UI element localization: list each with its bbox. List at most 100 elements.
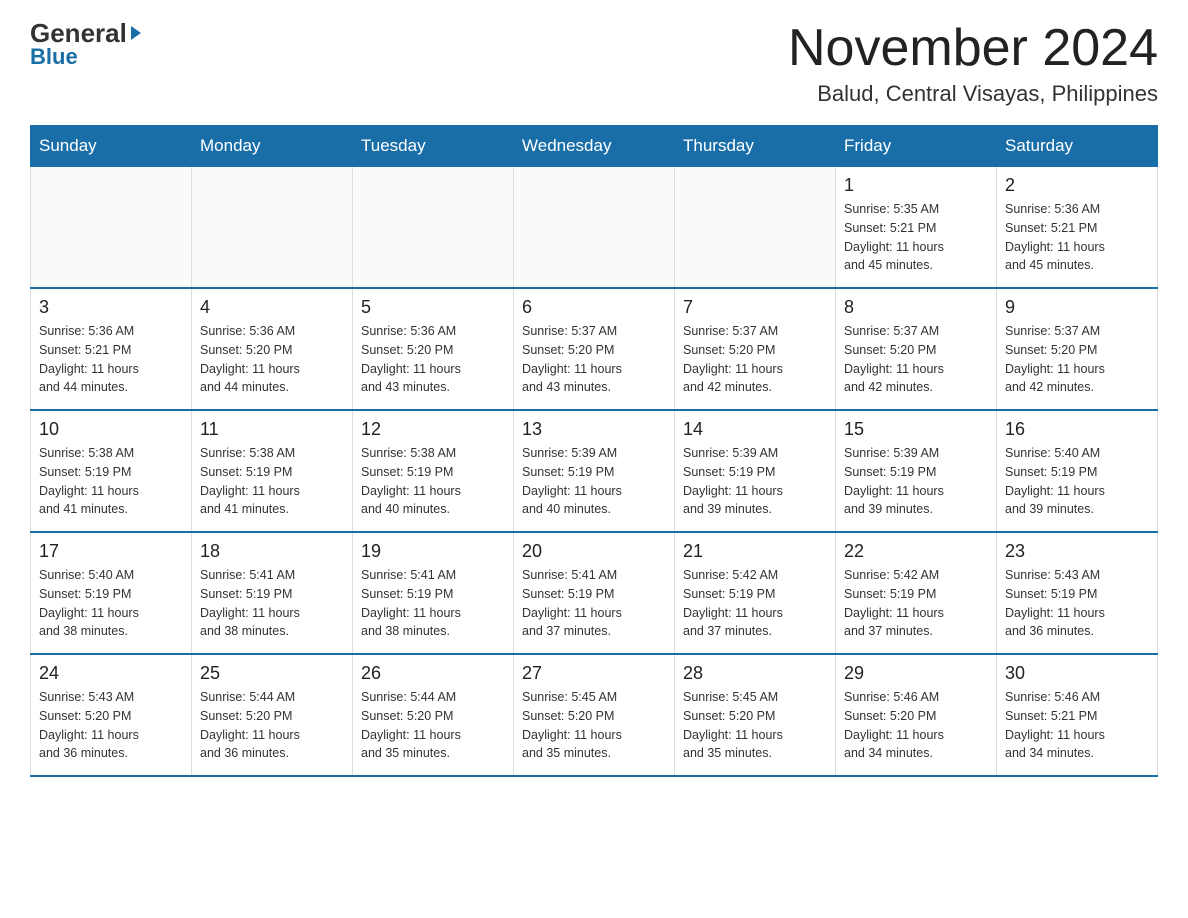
day-number: 12: [361, 419, 505, 440]
calendar-cell: [514, 167, 675, 289]
day-number: 22: [844, 541, 988, 562]
day-number: 11: [200, 419, 344, 440]
calendar-cell: 21 Sunrise: 5:42 AMSunset: 5:19 PMDayligh…: [675, 532, 836, 654]
calendar-week-row: 24 Sunrise: 5:43 AMSunset: 5:20 PMDayligh…: [31, 654, 1158, 776]
calendar-cell: 8Sunrise: 5:37 AMSunset: 5:20 PMDaylight…: [836, 288, 997, 410]
calendar-cell: [675, 167, 836, 289]
day-info: Sunrise: 5:38 AMSunset: 5:19 PMDaylight:…: [361, 444, 505, 519]
calendar-cell: 27Sunrise: 5:45 AMSunset: 5:20 PMDayligh…: [514, 654, 675, 776]
day-number: 18: [200, 541, 344, 562]
day-info: Sunrise: 5:43 AMSunset: 5:20 PMDaylight:…: [39, 688, 183, 763]
page-subtitle: Balud, Central Visayas, Philippines: [788, 81, 1158, 107]
calendar-week-row: 3 Sunrise: 5:36 AMSunset: 5:21 PMDaylight…: [31, 288, 1158, 410]
day-number: 8: [844, 297, 988, 318]
calendar-week-row: 10Sunrise: 5:38 AMSunset: 5:19 PMDayligh…: [31, 410, 1158, 532]
day-number: 24: [39, 663, 183, 684]
calendar-cell: [353, 167, 514, 289]
day-number: 23: [1005, 541, 1149, 562]
calendar-cell: 17 Sunrise: 5:40 AMSunset: 5:19 PMDayligh…: [31, 532, 192, 654]
calendar-weekday-monday: Monday: [192, 126, 353, 167]
day-info: Sunrise: 5:38 AMSunset: 5:19 PMDaylight:…: [39, 444, 183, 519]
calendar-cell: 22 Sunrise: 5:42 AMSunset: 5:19 PMDayligh…: [836, 532, 997, 654]
day-number: 1: [844, 175, 988, 196]
day-number: 17: [39, 541, 183, 562]
calendar-cell: 26 Sunrise: 5:44 AMSunset: 5:20 PMDayligh…: [353, 654, 514, 776]
day-number: 9: [1005, 297, 1149, 318]
day-number: 3: [39, 297, 183, 318]
calendar-weekday-friday: Friday: [836, 126, 997, 167]
title-block: November 2024 Balud, Central Visayas, Ph…: [788, 20, 1158, 107]
day-info: Sunrise: 5:36 AMSunset: 5:21 PMDaylight:…: [39, 322, 183, 397]
calendar-cell: 5 Sunrise: 5:36 AMSunset: 5:20 PMDaylight…: [353, 288, 514, 410]
calendar-weekday-saturday: Saturday: [997, 126, 1158, 167]
calendar-cell: 25Sunrise: 5:44 AMSunset: 5:20 PMDayligh…: [192, 654, 353, 776]
day-info: Sunrise: 5:44 AMSunset: 5:20 PMDaylight:…: [200, 688, 344, 763]
calendar-cell: 20Sunrise: 5:41 AMSunset: 5:19 PMDayligh…: [514, 532, 675, 654]
day-info: Sunrise: 5:46 AMSunset: 5:21 PMDaylight:…: [1005, 688, 1149, 763]
calendar-table: SundayMondayTuesdayWednesdayThursdayFrid…: [30, 125, 1158, 777]
calendar-weekday-sunday: Sunday: [31, 126, 192, 167]
day-info: Sunrise: 5:40 AMSunset: 5:19 PMDaylight:…: [1005, 444, 1149, 519]
calendar-weekday-tuesday: Tuesday: [353, 126, 514, 167]
calendar-cell: 24 Sunrise: 5:43 AMSunset: 5:20 PMDayligh…: [31, 654, 192, 776]
calendar-cell: 6 Sunrise: 5:37 AMSunset: 5:20 PMDaylight…: [514, 288, 675, 410]
calendar-cell: 23Sunrise: 5:43 AMSunset: 5:19 PMDayligh…: [997, 532, 1158, 654]
day-number: 16: [1005, 419, 1149, 440]
calendar-weekday-thursday: Thursday: [675, 126, 836, 167]
calendar-cell: 10Sunrise: 5:38 AMSunset: 5:19 PMDayligh…: [31, 410, 192, 532]
logo: General Blue: [30, 20, 141, 68]
day-info: Sunrise: 5:36 AMSunset: 5:20 PMDaylight:…: [361, 322, 505, 397]
calendar-weekday-wednesday: Wednesday: [514, 126, 675, 167]
calendar-header-row: SundayMondayTuesdayWednesdayThursdayFrid…: [31, 126, 1158, 167]
calendar-cell: 30Sunrise: 5:46 AMSunset: 5:21 PMDayligh…: [997, 654, 1158, 776]
calendar-cell: 7 Sunrise: 5:37 AMSunset: 5:20 PMDaylight…: [675, 288, 836, 410]
day-info: Sunrise: 5:37 AMSunset: 5:20 PMDaylight:…: [522, 322, 666, 397]
day-info: Sunrise: 5:40 AMSunset: 5:19 PMDaylight:…: [39, 566, 183, 641]
calendar-cell: 13 Sunrise: 5:39 AMSunset: 5:19 PMDayligh…: [514, 410, 675, 532]
day-number: 29: [844, 663, 988, 684]
calendar-cell: 12 Sunrise: 5:38 AMSunset: 5:19 PMDayligh…: [353, 410, 514, 532]
day-info: Sunrise: 5:42 AMSunset: 5:19 PMDaylight:…: [683, 566, 827, 641]
day-number: 6: [522, 297, 666, 318]
day-info: Sunrise: 5:42 AMSunset: 5:19 PMDaylight:…: [844, 566, 988, 641]
logo-arrow-icon: [131, 26, 141, 40]
day-number: 7: [683, 297, 827, 318]
page-header: General Blue November 2024 Balud, Centra…: [30, 20, 1158, 107]
day-info: Sunrise: 5:44 AMSunset: 5:20 PMDaylight:…: [361, 688, 505, 763]
calendar-week-row: 1 Sunrise: 5:35 AMSunset: 5:21 PMDaylight…: [31, 167, 1158, 289]
calendar-cell: 11 Sunrise: 5:38 AMSunset: 5:19 PMDayligh…: [192, 410, 353, 532]
day-number: 2: [1005, 175, 1149, 196]
day-info: Sunrise: 5:45 AMSunset: 5:20 PMDaylight:…: [683, 688, 827, 763]
day-info: Sunrise: 5:39 AMSunset: 5:19 PMDaylight:…: [683, 444, 827, 519]
calendar-body: 1 Sunrise: 5:35 AMSunset: 5:21 PMDaylight…: [31, 167, 1158, 777]
calendar-cell: 18Sunrise: 5:41 AMSunset: 5:19 PMDayligh…: [192, 532, 353, 654]
day-number: 4: [200, 297, 344, 318]
calendar-cell: [31, 167, 192, 289]
calendar-cell: 9 Sunrise: 5:37 AMSunset: 5:20 PMDaylight…: [997, 288, 1158, 410]
day-info: Sunrise: 5:37 AMSunset: 5:20 PMDaylight:…: [1005, 322, 1149, 397]
day-info: Sunrise: 5:46 AMSunset: 5:20 PMDaylight:…: [844, 688, 988, 763]
page-title: November 2024: [788, 20, 1158, 77]
day-number: 20: [522, 541, 666, 562]
calendar-cell: 29 Sunrise: 5:46 AMSunset: 5:20 PMDayligh…: [836, 654, 997, 776]
day-number: 5: [361, 297, 505, 318]
day-number: 26: [361, 663, 505, 684]
day-number: 13: [522, 419, 666, 440]
day-number: 19: [361, 541, 505, 562]
day-info: Sunrise: 5:36 AMSunset: 5:20 PMDaylight:…: [200, 322, 344, 397]
logo-general-text: General: [30, 20, 127, 46]
calendar-cell: 28Sunrise: 5:45 AMSunset: 5:20 PMDayligh…: [675, 654, 836, 776]
day-number: 21: [683, 541, 827, 562]
calendar-cell: 3 Sunrise: 5:36 AMSunset: 5:21 PMDaylight…: [31, 288, 192, 410]
day-info: Sunrise: 5:37 AMSunset: 5:20 PMDaylight:…: [683, 322, 827, 397]
day-info: Sunrise: 5:39 AMSunset: 5:19 PMDaylight:…: [844, 444, 988, 519]
day-number: 27: [522, 663, 666, 684]
logo-blue-text: Blue: [30, 46, 78, 68]
day-info: Sunrise: 5:35 AMSunset: 5:21 PMDaylight:…: [844, 200, 988, 275]
calendar-week-row: 17 Sunrise: 5:40 AMSunset: 5:19 PMDayligh…: [31, 532, 1158, 654]
day-info: Sunrise: 5:39 AMSunset: 5:19 PMDaylight:…: [522, 444, 666, 519]
day-number: 15: [844, 419, 988, 440]
calendar-cell: 19Sunrise: 5:41 AMSunset: 5:19 PMDayligh…: [353, 532, 514, 654]
day-info: Sunrise: 5:38 AMSunset: 5:19 PMDaylight:…: [200, 444, 344, 519]
calendar-cell: 2Sunrise: 5:36 AMSunset: 5:21 PMDaylight…: [997, 167, 1158, 289]
